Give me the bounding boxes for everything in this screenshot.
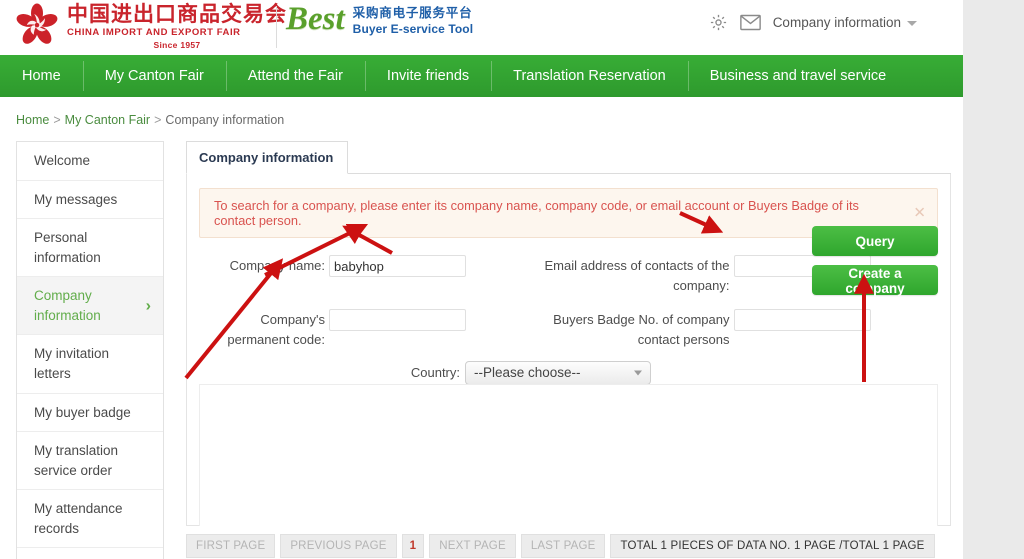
sidebar-item-my-buyer-badge[interactable]: My buyer badge [17, 394, 163, 433]
breadcrumb-separator: > [154, 113, 162, 127]
sidebar: Welcome My messages Personal information… [16, 141, 164, 559]
main-content: Company information To search for a comp… [164, 141, 963, 559]
user-menu-button[interactable]: Company information [773, 15, 917, 30]
breadcrumb-separator: > [53, 113, 61, 127]
country-row: Country: --Please choose-- [199, 360, 938, 385]
pagination-current-page[interactable]: 1 [401, 534, 425, 558]
company-code-label: Company's permanent code: [227, 312, 325, 348]
body-wrapper: Welcome My messages Personal information… [0, 141, 963, 559]
sidebar-item-my-invitation-letters[interactable]: My invitation letters [17, 335, 163, 394]
buyers-badge-cell [733, 296, 874, 332]
country-select[interactable]: --Please choose-- [465, 360, 651, 385]
nav-item-translation-reservation[interactable]: Translation Reservation [491, 55, 688, 97]
site-header: 中国进出口商品交易会 CHINA IMPORT AND EXPORT FAIR … [0, 0, 963, 55]
best-wordmark: Best [286, 1, 345, 38]
user-menu-label: Company information [772, 15, 901, 30]
pagination: FIRST PAGE PREVIOUS PAGE 1 NEXT PAGE LAS… [174, 526, 951, 558]
pagination-total-label: TOTAL 1 PIECES OF DATA NO. 1 PAGE /TOTAL… [610, 534, 935, 558]
create-company-button[interactable]: Create a company [812, 265, 938, 296]
chevron-right-icon: › [145, 297, 151, 315]
breadcrumb: Home > My Canton Fair > Company information [0, 97, 963, 141]
sidebar-item-my-translation-service-order[interactable]: My translation service order [17, 432, 163, 491]
pagination-first-page[interactable]: FIRST PAGE [186, 534, 276, 558]
breadcrumb-link-home[interactable]: Home [16, 113, 49, 127]
action-buttons: Query Create a company [812, 226, 938, 296]
sidebar-item-personal-information[interactable]: Personal information [17, 219, 163, 278]
nav-item-invite-friends[interactable]: Invite friends [364, 55, 491, 97]
best-chinese-tagline: 采购商电子服务平台 [352, 6, 473, 20]
pagination-previous-page[interactable]: PREVIOUS PAGE [280, 534, 397, 558]
pagination-last-page[interactable]: LAST PAGE [520, 534, 606, 558]
company-name-label: Company name: [229, 258, 325, 273]
best-english-tagline: Buyer E-service Tool [352, 21, 474, 36]
envelope-icon[interactable] [739, 14, 761, 31]
company-code-cell [329, 296, 469, 332]
company-name-cell [329, 252, 469, 277]
search-hint-text: To search for a company, please enter it… [214, 198, 859, 228]
kapok-flower-icon [16, 2, 58, 44]
email-label: Email address of contacts of the company… [544, 258, 730, 294]
sidebar-item-my-attendance-records[interactable]: My attendance records [17, 490, 163, 549]
header-divider [276, 6, 277, 48]
country-select-wrap: --Please choose-- [465, 360, 651, 385]
logo-since: Since 1957 [153, 39, 201, 50]
logo-chinese-name: 中国进出口商品交易会 [67, 2, 287, 26]
close-icon[interactable]: ✕ [913, 206, 926, 221]
company-name-input[interactable] [329, 255, 466, 277]
canton-fair-logo[interactable]: 中国进出口商品交易会 CHINA IMPORT AND EXPORT FAIR … [14, 2, 287, 49]
sidebar-item-company-information[interactable]: Company information › [17, 277, 163, 336]
header-actions: Company information [709, 13, 917, 32]
gear-icon[interactable] [709, 13, 728, 32]
tab-company-information[interactable]: Company information [186, 141, 349, 174]
best-logo[interactable]: Best 采购商电子服务平台 Buyer E-service Tool [286, 3, 473, 37]
nav-item-home[interactable]: Home [0, 55, 83, 97]
breadcrumb-link-my-canton-fair[interactable]: My Canton Fair [65, 113, 150, 127]
sidebar-item-label: Company information [34, 288, 101, 323]
main-navigation: Home My Canton Fair Attend the Fair Invi… [0, 55, 963, 97]
sidebar-item-companies-i-joined[interactable]: Companies I joined [17, 548, 163, 559]
buyers-badge-input[interactable] [733, 309, 871, 332]
chevron-down-icon [907, 20, 917, 26]
company-search-panel: To search for a company, please enter it… [186, 174, 951, 526]
breadcrumb-current: Company information [165, 113, 285, 127]
nav-item-business-and-travel-service[interactable]: Business and travel service [687, 55, 909, 97]
tab-strip: Company information [186, 141, 951, 174]
sidebar-item-my-messages[interactable]: My messages [17, 181, 163, 220]
query-button[interactable]: Query [812, 226, 938, 256]
company-code-input[interactable] [329, 309, 466, 332]
nav-item-attend-the-fair[interactable]: Attend the Fair [225, 55, 365, 97]
nav-item-my-canton-fair[interactable]: My Canton Fair [82, 55, 226, 97]
country-label: Country: [410, 365, 460, 381]
buyers-badge-label: Buyers Badge No. of company contact pers… [553, 312, 730, 348]
pagination-next-page[interactable]: NEXT PAGE [429, 534, 516, 558]
logo-english-name: CHINA IMPORT AND EXPORT FAIR [67, 27, 241, 38]
sidebar-item-welcome[interactable]: Welcome [17, 142, 163, 181]
page-content-area: 中国进出口商品交易会 CHINA IMPORT AND EXPORT FAIR … [0, 0, 963, 559]
page-root: 中国进出口商品交易会 CHINA IMPORT AND EXPORT FAIR … [0, 0, 1024, 559]
results-table-area [199, 384, 938, 526]
